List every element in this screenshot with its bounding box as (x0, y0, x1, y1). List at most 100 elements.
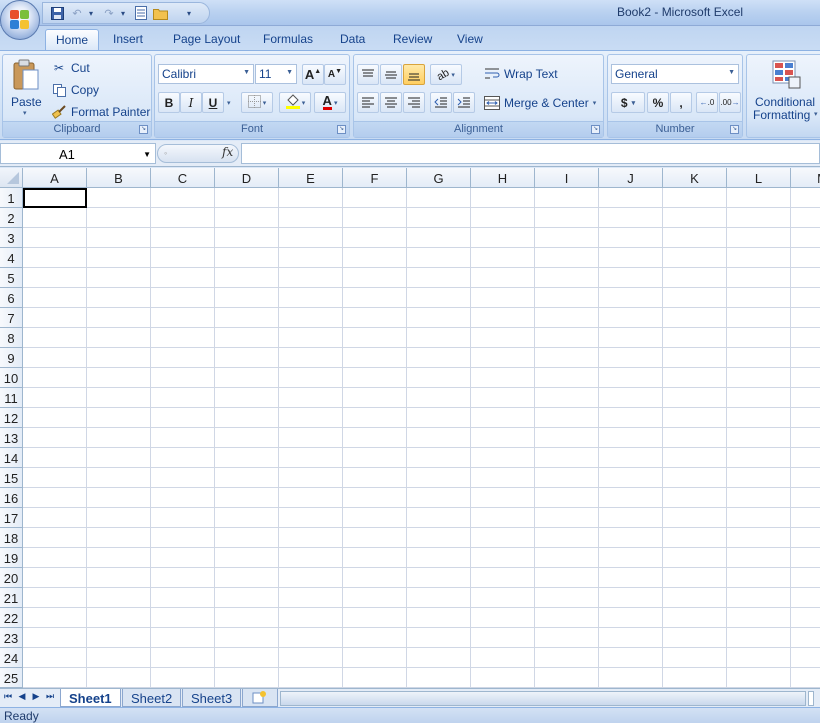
italic-button[interactable]: I (180, 92, 202, 113)
font-dialog-launcher-icon[interactable]: ↘ (337, 125, 346, 134)
font-color-button[interactable]: A ▾ (314, 92, 346, 113)
merge-center-button[interactable]: Merge & Center ▾ (484, 93, 596, 113)
bottom-align-button[interactable] (403, 64, 425, 85)
row-header-5[interactable]: 5 (0, 268, 23, 288)
column-header-m[interactable]: M (791, 168, 820, 188)
fill-color-button[interactable]: ▾ (279, 92, 311, 113)
row-header-10[interactable]: 10 (0, 368, 23, 388)
name-box[interactable]: A1 ▼ (0, 143, 156, 164)
tab-view[interactable]: View (447, 29, 493, 50)
tab-home[interactable]: Home (45, 29, 100, 50)
first-sheet-icon[interactable]: ⏮ (2, 691, 14, 702)
print-preview-icon[interactable] (133, 5, 149, 21)
save-icon[interactable] (49, 5, 65, 21)
paste-dropdown-icon[interactable]: ▾ (23, 109, 27, 117)
select-all-button[interactable] (0, 168, 23, 188)
redo-dropdown-icon[interactable]: ▾ (121, 9, 129, 18)
horizontal-scrollbar[interactable] (280, 691, 820, 706)
formula-input[interactable] (241, 143, 820, 164)
tab-review[interactable]: Review (383, 29, 442, 50)
column-header-e[interactable]: E (279, 168, 343, 188)
column-header-j[interactable]: J (599, 168, 663, 188)
align-left-button[interactable] (357, 92, 379, 113)
column-header-f[interactable]: F (343, 168, 407, 188)
row-header-2[interactable]: 2 (0, 208, 23, 228)
number-dialog-launcher-icon[interactable]: ↘ (730, 125, 739, 134)
row-header-22[interactable]: 22 (0, 608, 23, 628)
tab-formulas[interactable]: Formulas (253, 29, 323, 50)
underline-dropdown-icon[interactable]: ▾ (227, 99, 231, 107)
column-header-a[interactable]: A (23, 168, 87, 188)
increase-decimal-button[interactable]: ← .0 (696, 92, 718, 113)
row-header-4[interactable]: 4 (0, 248, 23, 268)
office-button[interactable] (0, 0, 40, 40)
column-header-b[interactable]: B (87, 168, 151, 188)
bold-button[interactable]: B (158, 92, 180, 113)
row-header-24[interactable]: 24 (0, 648, 23, 668)
scroll-right-button[interactable] (808, 691, 814, 706)
row-header-19[interactable]: 19 (0, 548, 23, 568)
sheet-tab-sheet2[interactable]: Sheet2 (122, 689, 182, 707)
font-size-combo[interactable]: 11 ▼ (255, 64, 297, 84)
row-header-18[interactable]: 18 (0, 528, 23, 548)
font-name-combo[interactable]: Calibri ▼ (158, 64, 254, 84)
increase-indent-button[interactable] (453, 92, 475, 113)
active-cell[interactable] (23, 188, 87, 208)
insert-sheet-button[interactable] (242, 689, 278, 707)
column-header-d[interactable]: D (215, 168, 279, 188)
tab-data[interactable]: Data (330, 29, 375, 50)
row-header-23[interactable]: 23 (0, 628, 23, 648)
sheet-tab-sheet1[interactable]: Sheet1 (60, 689, 121, 707)
row-header-14[interactable]: 14 (0, 448, 23, 468)
copy-button[interactable]: Copy (51, 80, 99, 100)
wrap-text-button[interactable]: Wrap Text (484, 64, 558, 84)
next-sheet-icon[interactable]: ▶ (30, 691, 42, 702)
orientation-button[interactable]: ab ▾ (430, 64, 462, 85)
align-center-button[interactable] (380, 92, 402, 113)
number-format-combo[interactable]: General ▼ (611, 64, 739, 84)
column-header-i[interactable]: I (535, 168, 599, 188)
column-header-g[interactable]: G (407, 168, 471, 188)
format-painter-button[interactable]: Format Painter (51, 102, 150, 122)
undo-dropdown-icon[interactable]: ▾ (89, 9, 97, 18)
row-header-6[interactable]: 6 (0, 288, 23, 308)
prev-sheet-icon[interactable]: ◀ (16, 691, 28, 702)
accounting-format-button[interactable]: $ ▾ (611, 92, 645, 113)
borders-button[interactable]: ▾ (241, 92, 273, 113)
shrink-font-button[interactable]: A ▼ (324, 64, 346, 85)
row-header-1[interactable]: 1 (0, 188, 23, 208)
top-align-button[interactable] (357, 64, 379, 85)
undo-icon[interactable]: ↶ (69, 5, 85, 21)
row-header-20[interactable]: 20 (0, 568, 23, 588)
alignment-dialog-launcher-icon[interactable]: ↘ (591, 125, 600, 134)
middle-align-button[interactable] (380, 64, 402, 85)
percent-style-button[interactable]: % (647, 92, 669, 113)
horizontal-scrollbar-thumb[interactable] (280, 691, 806, 706)
row-header-25[interactable]: 25 (0, 668, 23, 688)
cut-button[interactable]: ✂ Cut (51, 58, 90, 78)
column-header-c[interactable]: C (151, 168, 215, 188)
align-right-button[interactable] (403, 92, 425, 113)
column-header-h[interactable]: H (471, 168, 535, 188)
row-header-9[interactable]: 9 (0, 348, 23, 368)
decrease-decimal-button[interactable]: .00 → (719, 92, 741, 113)
underline-button[interactable]: U (202, 92, 224, 113)
row-header-3[interactable]: 3 (0, 228, 23, 248)
cell-area[interactable] (23, 188, 820, 688)
tab-insert[interactable]: Insert (103, 29, 153, 50)
redo-icon[interactable]: ↷ (101, 5, 117, 21)
clipboard-dialog-launcher-icon[interactable]: ↘ (139, 125, 148, 134)
row-header-7[interactable]: 7 (0, 308, 23, 328)
column-header-k[interactable]: K (663, 168, 727, 188)
paste-button[interactable]: Paste ▾ (7, 57, 47, 121)
last-sheet-icon[interactable]: ⏭ (44, 691, 56, 702)
open-folder-icon[interactable] (153, 5, 169, 21)
customize-qat-icon[interactable]: ▾ (187, 9, 195, 18)
row-header-17[interactable]: 17 (0, 508, 23, 528)
insert-function-button[interactable]: fx (222, 145, 233, 159)
row-header-11[interactable]: 11 (0, 388, 23, 408)
name-box-dropdown-icon[interactable]: ▼ (143, 150, 151, 159)
row-header-21[interactable]: 21 (0, 588, 23, 608)
grow-font-button[interactable]: A ▲ (302, 64, 324, 85)
row-header-12[interactable]: 12 (0, 408, 23, 428)
